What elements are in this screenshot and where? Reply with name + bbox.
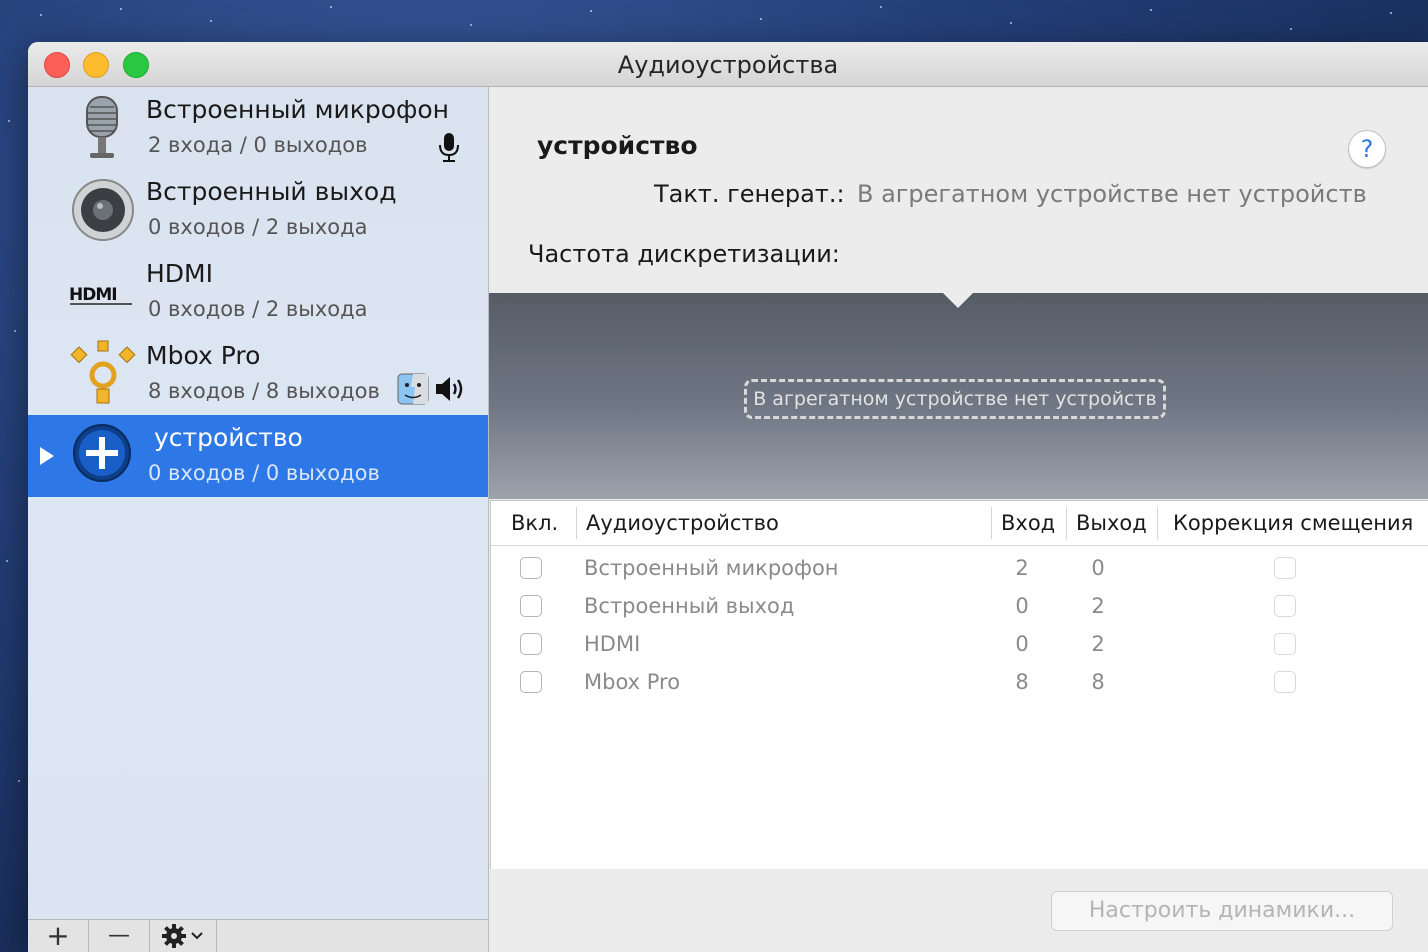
device-name: Встроенный микрофон [146, 95, 450, 124]
column-separator [1157, 507, 1158, 539]
aggregate-empty-message: В агрегатном устройстве нет устройств [744, 379, 1166, 419]
device-item-hdmi[interactable]: HDMI HDMI 0 входов / 2 выхода [28, 251, 488, 333]
device-list-sidebar: Встроенный микрофон 2 входа / 0 выходов … [28, 87, 489, 952]
device-name: HDMI [146, 259, 213, 288]
column-separator [576, 507, 577, 539]
clock-source-label: Такт. генерат.: [654, 180, 845, 208]
audio-devices-window: Аудиоустройства Встроенный микрофон 2 вх… [28, 42, 1428, 952]
disclosure-triangle-icon[interactable] [40, 447, 54, 465]
aggregate-plus-icon [73, 424, 131, 482]
column-header-drift[interactable]: Коррекция смещения [1173, 501, 1413, 545]
svg-text:HDMI: HDMI [69, 285, 117, 305]
use-checkbox[interactable] [520, 595, 542, 617]
device-io-count: 0 входов / 2 выхода [148, 215, 368, 239]
column-header-on[interactable]: Вкл. [511, 501, 558, 545]
row-out: 0 [1091, 556, 1105, 580]
sample-rate-label: Частота дискретизации: [528, 240, 840, 268]
row-in: 0 [1015, 632, 1029, 656]
mic-input-icon [439, 133, 459, 162]
sidebar-toolbar: + — [28, 919, 488, 952]
device-detail-panel: устройство ? Такт. генерат.: В агрегатно… [489, 87, 1428, 297]
use-checkbox[interactable] [520, 633, 542, 655]
row-out: 2 [1091, 594, 1105, 618]
drift-correction-checkbox[interactable] [1274, 671, 1296, 693]
speaker-output-icon [436, 377, 463, 401]
device-item-mbox-pro[interactable]: Mbox Pro 8 входов / 8 выходов [28, 333, 488, 415]
column-header-device[interactable]: Аудиоустройство [586, 501, 779, 545]
device-io-count: 8 входов / 8 выходов [148, 379, 380, 403]
row-out: 8 [1091, 670, 1105, 694]
device-name: Встроенный выход [146, 177, 397, 206]
column-header-in[interactable]: Вход [1001, 501, 1055, 545]
table-row: Встроенный выход 0 2 [491, 587, 1428, 625]
row-in: 2 [1015, 556, 1029, 580]
remove-device-button[interactable]: — [89, 920, 150, 952]
firewire-icon [70, 340, 136, 404]
table-row: Встроенный микрофон 2 0 [491, 549, 1428, 587]
device-io-count: 2 входа / 0 выходов [148, 133, 368, 157]
device-name: устройство [154, 423, 303, 452]
window-title: Аудиоустройства [617, 51, 839, 79]
aggregate-devices-area: В агрегатном устройстве нет устройств [489, 291, 1428, 499]
microphone-icon [86, 96, 118, 158]
finder-icon [397, 373, 429, 405]
column-header-out[interactable]: Выход [1076, 501, 1147, 545]
row-device-name: Mbox Pro [584, 670, 681, 694]
row-device-name: Встроенный микрофон [584, 556, 839, 580]
row-device-name: HDMI [584, 632, 641, 656]
drift-correction-checkbox[interactable] [1274, 557, 1296, 579]
device-item-builtin-mic[interactable]: Встроенный микрофон 2 входа / 0 выходов [28, 87, 488, 169]
row-device-name: Встроенный выход [584, 594, 795, 618]
footer-bar: Настроить динамики... [489, 869, 1428, 952]
row-in: 8 [1015, 670, 1029, 694]
speaker-icon [72, 179, 134, 241]
hdmi-icon: HDMI [69, 285, 132, 305]
table-row: Mbox Pro 8 8 [491, 663, 1428, 701]
drift-correction-checkbox[interactable] [1274, 595, 1296, 617]
device-item-aggregate[interactable]: устройство 0 входов / 0 выходов [28, 415, 488, 497]
detail-device-name[interactable]: устройство [537, 131, 698, 160]
add-device-button[interactable]: + [28, 920, 89, 952]
table-row: HDMI 0 2 [491, 625, 1428, 663]
gear-icon [162, 924, 203, 948]
drift-correction-checkbox[interactable] [1274, 633, 1296, 655]
device-io-count: 0 входов / 2 выхода [148, 297, 368, 321]
row-in: 0 [1015, 594, 1029, 618]
clock-source-value[interactable]: В агрегатном устройстве нет устройств [857, 180, 1367, 208]
use-checkbox[interactable] [520, 671, 542, 693]
panel-notch [941, 291, 975, 308]
action-menu-button[interactable] [150, 920, 217, 952]
device-item-builtin-output[interactable]: Встроенный выход 0 входов / 2 выхода [28, 169, 488, 251]
device-name: Mbox Pro [146, 341, 261, 370]
subdevices-table: Вкл. Аудиоустройство Вход Выход Коррекци… [490, 500, 1428, 870]
table-header: Вкл. Аудиоустройство Вход Выход Коррекци… [491, 501, 1428, 546]
device-io-count: 0 входов / 0 выходов [148, 461, 380, 485]
use-checkbox[interactable] [520, 557, 542, 579]
column-separator [991, 507, 992, 539]
help-button[interactable]: ? [1348, 130, 1386, 168]
title-bar: Аудиоустройства [28, 42, 1428, 87]
column-separator [1066, 507, 1067, 539]
row-out: 2 [1091, 632, 1105, 656]
configure-speakers-button[interactable]: Настроить динамики... [1051, 891, 1393, 931]
